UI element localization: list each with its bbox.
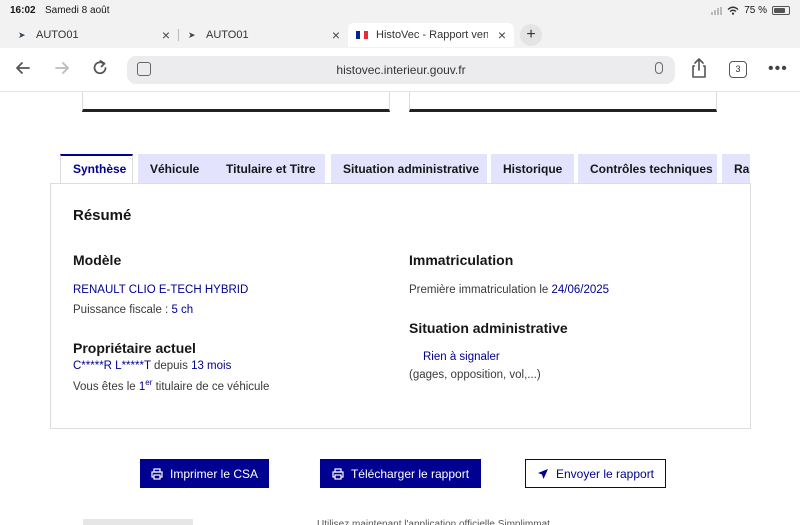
footer-partial-text: Utilisez maintenant l'application offici…: [317, 519, 550, 525]
download-report-label: Télécharger le rapport: [350, 466, 470, 481]
send-report-label: Envoyer le rapport: [555, 466, 655, 481]
puissance-fiscale: Puissance fiscale : 5 ch: [73, 304, 193, 316]
wifi-icon: [727, 6, 739, 15]
tab-count-button[interactable]: 3: [729, 61, 747, 78]
site-favicon-icon: ➤: [188, 30, 196, 40]
send-report-button[interactable]: Envoyer le rapport: [525, 459, 666, 488]
panel-title: Résumé: [73, 207, 132, 224]
new-tab-button[interactable]: +: [520, 24, 542, 46]
status-indicators: 75 %: [711, 5, 790, 16]
immatriculation-heading: Immatriculation: [409, 252, 514, 268]
forward-arrow-icon[interactable]: [51, 58, 73, 78]
titulaire-suffix: titulaire de ce véhicule: [152, 380, 270, 393]
modele-heading: Modèle: [73, 252, 122, 268]
share-icon[interactable]: [690, 58, 708, 78]
close-tab-icon[interactable]: ×: [332, 27, 340, 43]
print-csa-button[interactable]: Imprimer le CSA: [140, 459, 269, 488]
depuis-label: depuis: [150, 360, 192, 372]
status-time: 16:02: [10, 5, 36, 16]
puissance-label: Puissance fiscale :: [73, 304, 172, 316]
microphone-icon[interactable]: [655, 62, 663, 74]
titulaire-prefix: Vous êtes le: [73, 380, 139, 393]
immatriculation-date: 24/06/2025: [551, 284, 610, 296]
browser-tab[interactable]: ➤ AUTO01 ×: [180, 23, 348, 47]
synthese-panel: Résumé Modèle RENAULT CLIO E-TECH HYBRID…: [50, 183, 751, 429]
situation-detail: (gages, opposition, vol,...): [409, 369, 541, 381]
status-bar: 16:02 Samedi 8 août 75 %: [0, 0, 800, 22]
more-menu-icon[interactable]: •••: [768, 60, 788, 78]
modele-name: RENAULT CLIO E-TECH HYBRID: [73, 284, 249, 296]
immatriculation-label: Première immatriculation le: [409, 284, 552, 296]
flag-favicon-icon: [356, 31, 368, 39]
battery-percent: 75 %: [744, 5, 767, 16]
browser-tab-strip: ➤ AUTO01 × ➤ AUTO01 × HistoVec - Rapport…: [0, 22, 800, 48]
url-text[interactable]: histovec.interieur.gouv.fr: [127, 63, 675, 77]
browser-tab-title: AUTO01: [206, 29, 249, 41]
printer-icon: [151, 467, 163, 480]
previous-card-bottom: [409, 92, 717, 112]
printer-icon: [332, 467, 344, 480]
partial-image: [83, 519, 193, 525]
depuis-value: 13 mois: [191, 360, 232, 372]
titulaire-rank: Vous êtes le 1er titulaire de ce véhicul…: [73, 378, 269, 393]
send-icon: [537, 468, 548, 479]
proprietaire-heading: Propriétaire actuel: [73, 340, 196, 356]
reload-icon[interactable]: [89, 58, 111, 78]
tab-separator: [178, 29, 179, 41]
print-csa-label: Imprimer le CSA: [169, 466, 258, 481]
tab-controles-techniques[interactable]: Contrôles techniques: [578, 154, 717, 184]
tab-titulaire[interactable]: Titulaire et Titre: [214, 154, 325, 184]
browser-toolbar: histovec.interieur.gouv.fr 3 •••: [0, 48, 800, 92]
previous-card-bottom: [82, 92, 390, 112]
browser-tab[interactable]: ➤ AUTO01 ×: [10, 23, 178, 47]
puissance-value: 5 ch: [171, 304, 194, 316]
download-report-button[interactable]: Télécharger le rapport: [320, 459, 481, 488]
tab-situation-administrative[interactable]: Situation administrative: [331, 154, 487, 184]
premiere-immatriculation: Première immatriculation le 24/06/2025: [409, 284, 609, 296]
address-bar[interactable]: histovec.interieur.gouv.fr: [127, 56, 675, 84]
situation-heading: Situation administrative: [409, 320, 568, 336]
situation-status: Rien à signaler: [423, 351, 500, 363]
site-favicon-icon: ➤: [18, 30, 26, 40]
proprietaire-name: C*****R L*****T: [73, 360, 151, 372]
close-tab-icon[interactable]: ×: [162, 27, 170, 43]
cellular-signal-icon: [711, 6, 723, 15]
back-arrow-icon[interactable]: [12, 58, 34, 78]
proprietaire-line: C*****R L*****T depuis 13 mois: [73, 360, 231, 372]
close-tab-icon[interactable]: ×: [498, 27, 506, 43]
web-page: Synthèse Véhicule Titulaire et Titre Sit…: [0, 92, 800, 525]
browser-tab-title: AUTO01: [36, 29, 79, 41]
browser-tab-title: HistoVec - Rapport vend: [376, 29, 488, 41]
status-date: Samedi 8 août: [45, 5, 110, 16]
battery-icon: [772, 6, 790, 15]
tab-rapport[interactable]: Ra: [722, 154, 750, 184]
browser-tab-active[interactable]: HistoVec - Rapport vend ×: [348, 23, 514, 47]
report-tabs: Synthèse Véhicule Titulaire et Titre Sit…: [60, 154, 750, 184]
tab-historique[interactable]: Historique: [491, 154, 574, 184]
tab-synthese[interactable]: Synthèse: [60, 154, 133, 184]
